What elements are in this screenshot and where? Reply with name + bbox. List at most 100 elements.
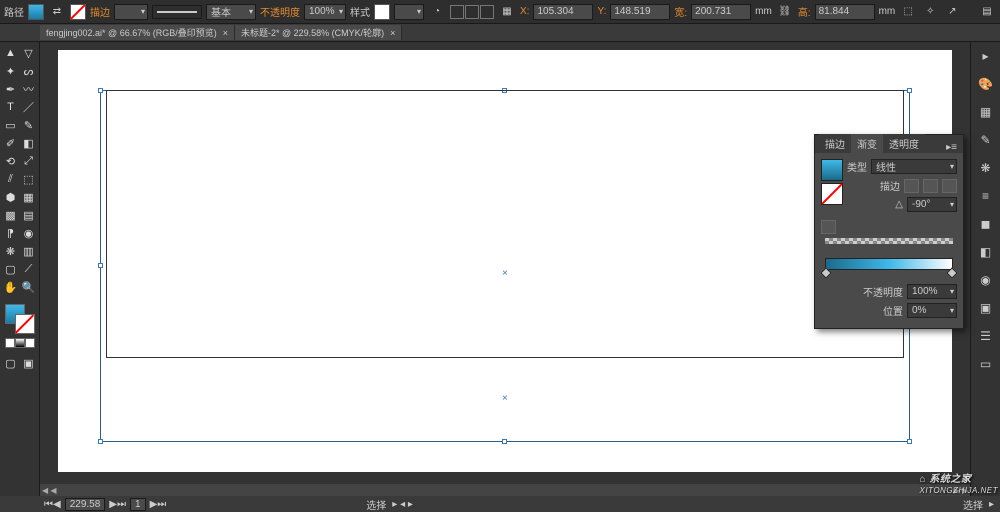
graphic-style-swatch[interactable] — [374, 4, 390, 20]
arrow-collapse-icon[interactable]: ▸ — [976, 46, 996, 66]
gp-stop-opacity-dropdown[interactable]: 100% — [907, 284, 957, 299]
zoom-tool[interactable]: 🔍 — [20, 278, 38, 296]
gp-fill-swatch[interactable] — [821, 159, 843, 181]
nav-first-icon[interactable]: ⏮ — [44, 499, 53, 510]
x-field[interactable]: 105.304 — [533, 4, 593, 20]
rotate-tool[interactable]: ⟲ — [2, 152, 20, 170]
lasso-tool[interactable]: ᔕ — [20, 62, 38, 80]
recolor-icon[interactable]: ◔ — [428, 3, 446, 21]
sel-handle-ml[interactable] — [98, 263, 103, 268]
close-icon[interactable]: × — [390, 28, 395, 38]
gp-stroke-along-icon[interactable] — [923, 179, 938, 193]
gp-gradient-slider[interactable] — [825, 258, 953, 270]
stroke-panel-icon[interactable]: ≡ — [976, 186, 996, 206]
eraser-tool[interactable]: ◧ — [20, 134, 38, 152]
column-graph-tool[interactable]: ▥ — [20, 242, 38, 260]
gp-angle-dropdown[interactable]: -90° — [907, 197, 957, 212]
eyedropper-tool[interactable]: ⁋ — [2, 224, 20, 242]
sel-handle-tl[interactable] — [98, 88, 103, 93]
artboard-next-icon[interactable]: ▶ — [150, 499, 158, 510]
fill-swatch[interactable] — [28, 4, 44, 20]
tab-doc2[interactable]: 未标题-2* @ 229.58% (CMYK/轮廓)× — [235, 25, 402, 40]
transparency-panel-icon[interactable]: ◧ — [976, 242, 996, 262]
panel-flyout-icon[interactable]: ▸≡ — [940, 142, 963, 153]
height-field[interactable]: 81.844 — [815, 4, 875, 20]
sel-handle-br[interactable] — [907, 439, 912, 444]
isolation-icon[interactable]: ✧ — [921, 3, 939, 21]
graphic-styles-panel-icon[interactable]: ▣ — [976, 298, 996, 318]
width-tool[interactable]: ⫽ — [2, 170, 20, 188]
gp-stroke-across-icon[interactable] — [942, 179, 957, 193]
panel-menu-icon[interactable]: ▤ — [978, 3, 996, 21]
stroke-swatch-none[interactable] — [70, 4, 86, 20]
curvature-tool[interactable]: 〰 — [20, 80, 38, 98]
opacity-dropdown[interactable]: 100% — [304, 4, 346, 20]
hand-tool[interactable]: ✋ — [2, 278, 20, 296]
scale-tool[interactable]: ⤢ — [20, 152, 38, 170]
status-play-icon[interactable]: ▸ ◂ ▸ — [392, 499, 413, 510]
align-left-icon[interactable] — [450, 5, 464, 19]
symbols-panel-icon[interactable]: ❋ — [976, 158, 996, 178]
transform-icon[interactable]: ▦ — [498, 3, 516, 21]
y-field[interactable]: 148.519 — [610, 4, 670, 20]
artboard-nav-field[interactable]: 1 — [130, 498, 146, 511]
brushes-panel-icon[interactable]: ✎ — [976, 130, 996, 150]
link-wh-icon[interactable]: ⛓ — [776, 3, 794, 21]
color-mode-gradient[interactable] — [15, 338, 25, 348]
width-field[interactable]: 200.731 — [691, 4, 751, 20]
brush-definition-dropdown[interactable]: 基本 — [206, 4, 256, 20]
paintbrush-tool[interactable]: ✎ — [20, 116, 38, 134]
type-tool[interactable]: T — [2, 98, 20, 116]
swatches-panel-icon[interactable]: ▦ — [976, 102, 996, 122]
sel-handle-bl[interactable] — [98, 439, 103, 444]
gradient-tool[interactable]: ▤ — [20, 206, 38, 224]
artboard-tool[interactable]: ▢ — [2, 260, 20, 278]
shape-mode-icon[interactable]: ⬚ — [899, 3, 917, 21]
direct-selection-tool[interactable]: ▽ — [20, 44, 38, 62]
status-arrow-icon[interactable]: ▸ — [989, 499, 994, 510]
nav-prev-icon[interactable]: ◀ — [53, 499, 61, 510]
color-mode-solid[interactable] — [5, 338, 15, 348]
artboard-last-icon[interactable]: ⏭ — [157, 499, 166, 510]
gp-reverse-icon[interactable] — [821, 220, 836, 234]
nav-next-icon[interactable]: ▶ — [109, 499, 117, 510]
tab-doc1[interactable]: fengjing002.ai* @ 66.67% (RGB/叠印预览)× — [40, 25, 235, 40]
gradient-panel-icon[interactable]: ◼ — [976, 214, 996, 234]
fill-stroke-indicator[interactable] — [5, 304, 35, 334]
artboards-panel-icon[interactable]: ▭ — [976, 354, 996, 374]
style-dropdown[interactable] — [394, 4, 424, 20]
color-panel-icon[interactable]: 🎨 — [976, 74, 996, 94]
sel-handle-bm[interactable] — [502, 439, 507, 444]
gp-stroke-swatch[interactable] — [821, 183, 843, 205]
gp-tab-opacity[interactable]: 透明度 — [883, 134, 925, 153]
line-tool[interactable]: ／ — [20, 98, 38, 116]
layers-panel-icon[interactable]: ☰ — [976, 326, 996, 346]
screen-mode-full[interactable]: ▣ — [20, 354, 38, 372]
appearance-panel-icon[interactable]: ◉ — [976, 270, 996, 290]
close-icon[interactable]: × — [223, 28, 228, 38]
stroke-weight-dropdown[interactable] — [114, 4, 148, 20]
nav-last-icon[interactable]: ⏭ — [117, 499, 126, 510]
color-mode-none[interactable] — [25, 338, 35, 348]
rectangle-tool[interactable]: ▭ — [2, 116, 20, 134]
gp-stop-location-dropdown[interactable]: 0% — [907, 303, 957, 318]
sel-handle-tr[interactable] — [907, 88, 912, 93]
horizontal-scrollbar[interactable]: ◀ ◀▶ ▶ — [40, 484, 970, 496]
stroke-profile-dropdown[interactable] — [152, 5, 202, 19]
zoom-field[interactable]: 229.58 — [65, 498, 106, 511]
blend-tool[interactable]: ◉ — [20, 224, 38, 242]
gp-tab-gradient[interactable]: 渐变 — [851, 134, 883, 153]
slice-tool[interactable]: ⟋ — [20, 260, 38, 278]
perspective-tool[interactable]: ▦ — [20, 188, 38, 206]
screen-mode-normal[interactable]: ▢ — [2, 354, 20, 372]
magic-wand-tool[interactable]: ✦ — [2, 62, 20, 80]
symbol-sprayer-tool[interactable]: ❋ — [2, 242, 20, 260]
gp-tab-stroke[interactable]: 描边 — [819, 134, 851, 153]
selection-tool[interactable]: ▲ — [2, 44, 20, 62]
pen-tool[interactable]: ✒ — [2, 80, 20, 98]
scroll-left-icon[interactable]: ◀ ◀ — [42, 486, 57, 495]
gp-type-dropdown[interactable]: 线性 — [871, 159, 957, 174]
swap-fill-stroke-icon[interactable]: ⇄ — [48, 3, 66, 21]
align-right-icon[interactable] — [480, 5, 494, 19]
pencil-tool[interactable]: ✐ — [2, 134, 20, 152]
